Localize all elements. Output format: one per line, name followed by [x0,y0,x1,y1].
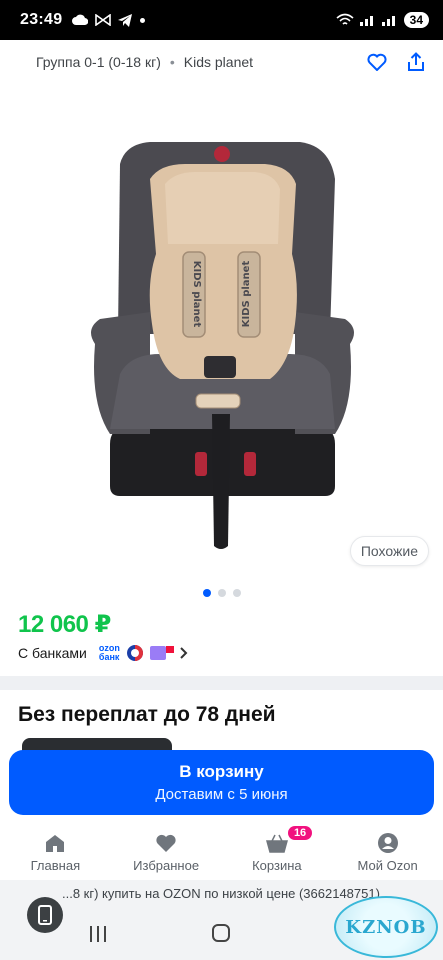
gallery-pagination[interactable] [0,589,443,597]
tab-cart-label: Корзина [252,858,302,873]
phone-floating-button[interactable] [27,897,63,933]
status-bar: 23:49 34 [0,0,443,40]
home-nav-button[interactable] [212,924,230,942]
chevron-right-icon [180,647,188,659]
notification-dot-icon [140,17,146,23]
strap-logo-right: KIDS planet [241,261,252,328]
telegram-icon [118,13,133,27]
tab-profile[interactable]: Мой Ozon [332,822,443,880]
pagination-dot[interactable] [232,589,241,597]
tab-favorites-label: Избранное [133,858,200,873]
bank-logo-square-icon [149,646,174,660]
tab-home[interactable]: Главная [0,822,111,880]
installment-heading: Без переплат до 78 дней [18,703,276,726]
cart-count-badge: 16 [287,826,313,840]
ozon-bank-logo-bottom: банк [98,652,120,662]
pagination-dot-active[interactable] [202,589,211,597]
heart-icon [156,834,176,852]
section-divider [0,676,443,690]
bow-tie-icon [95,14,112,26]
profile-icon [377,833,398,853]
cloud-icon [72,14,89,26]
bottom-tab-bar: Главная Избранное 16 Корзина Мой Ozon [0,822,443,880]
signal-icon-2 [381,16,395,26]
similar-button[interactable]: Похожие [349,536,429,566]
signal-icon [359,16,373,26]
bank-offers-row[interactable]: С банками ozon банк [18,644,188,662]
add-to-cart-label: В корзину [179,762,264,781]
bank-logo-circle-icon [126,645,143,661]
category-link[interactable]: Группа 0-1 (0-18 кг) [36,54,161,70]
strap-logo-left: KIDS planet [191,261,202,328]
status-notification-icons [72,13,146,27]
recent-apps-icon[interactable] [88,925,108,943]
product-image[interactable]: KIDS planet KIDS planet [0,84,443,584]
add-to-cart-button[interactable]: В корзину Доставим с 5 июня [9,750,434,815]
watermark-logo: KZNOB [334,896,438,958]
product-header: Группа 0-1 (0-18 кг) • Kids planet [0,40,443,84]
pagination-dot[interactable] [217,589,226,597]
watermark-text: KZNOB [345,916,427,938]
home-icon [46,835,65,852]
tab-home-label: Главная [30,858,81,873]
wifi-icon [336,13,354,25]
tab-profile-label: Мой Ozon [357,858,418,873]
tab-favorites[interactable]: Избранное [111,822,222,880]
delivery-date-label: Доставим с 5 июня [155,786,288,803]
tab-cart[interactable]: 16 Корзина [222,822,333,880]
battery-indicator: 34 [403,12,429,28]
favorite-heart-icon[interactable] [367,53,387,71]
share-icon[interactable] [407,52,425,72]
basket-icon [265,834,288,853]
product-gallery[interactable]: KIDS planet KIDS planet [0,84,443,584]
separator-dot: • [169,54,175,70]
status-time: 23:49 [20,11,63,28]
price: 12 060 ₽ [18,611,111,638]
ozon-bank-logo: ozon банк [99,644,120,662]
brand-link[interactable]: Kids planet [184,54,253,70]
banks-label: С банками [18,645,87,661]
phone-icon [38,905,52,925]
